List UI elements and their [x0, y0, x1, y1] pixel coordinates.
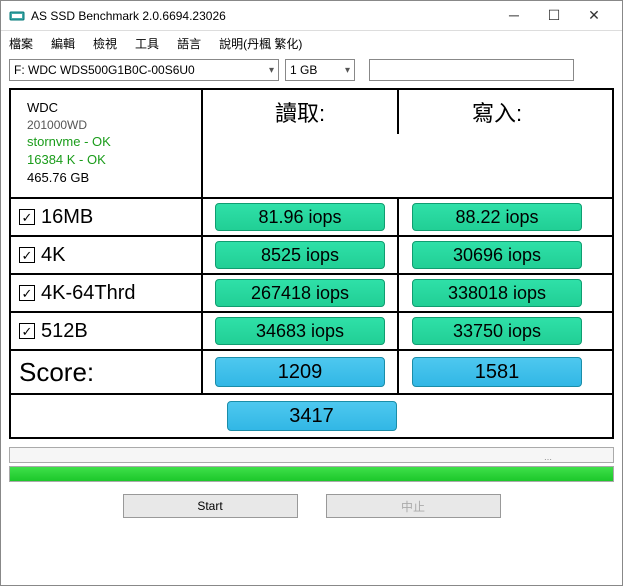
size-dropdown-value: 1 GB — [290, 63, 317, 77]
progress-current: ⋯ — [9, 447, 614, 463]
progress-total — [9, 466, 614, 482]
maximize-button[interactable]: ☐ — [534, 7, 574, 24]
total-score: 3417 — [227, 401, 397, 431]
test-4k-checkbox[interactable]: ✓4K — [19, 244, 65, 267]
size-dropdown[interactable]: 1 GB ▾ — [285, 59, 355, 81]
menu-help[interactable]: 說明(丹楓 繁化) — [219, 35, 302, 52]
selector-row: F: WDC WDS500G1B0C-00S6U0 ▾ 1 GB ▾ — [1, 55, 622, 85]
write-value: 88.22 iops — [412, 203, 582, 231]
menu-tools[interactable]: 工具 — [135, 35, 159, 52]
read-header: 讀取: — [203, 90, 399, 134]
window-title: AS SSD Benchmark 2.0.6694.23026 — [31, 9, 494, 23]
test-row: ✓512B 34683 iops 33750 iops — [11, 313, 612, 351]
header-row: WDC 201000WD stornvme - OK 16384 K - OK … — [11, 90, 612, 199]
chevron-down-icon: ▾ — [269, 65, 274, 76]
app-icon — [9, 8, 25, 24]
start-button[interactable]: Start — [123, 494, 298, 518]
app-window: AS SSD Benchmark 2.0.6694.23026 ─ ☐ ✕ 檔案… — [0, 0, 623, 586]
test-512b-checkbox[interactable]: ✓512B — [19, 320, 88, 343]
test-label: 4K — [41, 244, 65, 267]
progress-fill — [10, 467, 613, 481]
status-box — [369, 59, 574, 81]
test-row: ✓16MB 81.96 iops 88.22 iops — [11, 199, 612, 237]
drive-align: 16384 K - OK — [27, 152, 111, 169]
stop-button[interactable]: 中止 — [326, 494, 501, 518]
menu-language[interactable]: 語言 — [177, 35, 201, 52]
drive-info: WDC 201000WD stornvme - OK 16384 K - OK … — [19, 94, 119, 193]
test-label: 4K-64Thrd — [41, 282, 136, 305]
test-row: ✓4K 8525 iops 30696 iops — [11, 237, 612, 275]
drive-vendor: WDC — [27, 100, 111, 117]
read-value: 34683 iops — [215, 317, 385, 345]
results-grid: WDC 201000WD stornvme - OK 16384 K - OK … — [9, 88, 614, 439]
window-controls: ─ ☐ ✕ — [494, 7, 614, 24]
score-row: Score: 1209 1581 — [11, 351, 612, 395]
test-16mb-checkbox[interactable]: ✓16MB — [19, 206, 93, 229]
read-value: 81.96 iops — [215, 203, 385, 231]
button-row: Start 中止 — [1, 486, 622, 528]
test-label: 512B — [41, 320, 88, 343]
titlebar: AS SSD Benchmark 2.0.6694.23026 ─ ☐ ✕ — [1, 1, 622, 31]
progress-tick-icon: ⋯ — [544, 455, 553, 464]
drive-capacity: 465.76 GB — [27, 170, 111, 187]
test-label: 16MB — [41, 206, 93, 229]
drive-dropdown-value: F: WDC WDS500G1B0C-00S6U0 — [14, 63, 195, 77]
progress-area: ⋯ — [1, 445, 622, 486]
write-score: 1581 — [412, 357, 582, 387]
drive-dropdown[interactable]: F: WDC WDS500G1B0C-00S6U0 ▾ — [9, 59, 279, 81]
test-row: ✓4K-64Thrd 267418 iops 338018 iops — [11, 275, 612, 313]
close-button[interactable]: ✕ — [574, 7, 614, 24]
read-value: 267418 iops — [215, 279, 385, 307]
test-4k64-checkbox[interactable]: ✓4K-64Thrd — [19, 282, 136, 305]
menu-edit[interactable]: 編輯 — [51, 35, 75, 52]
chevron-down-icon: ▾ — [345, 65, 350, 76]
drive-driver: stornvme - OK — [27, 134, 111, 151]
total-row: 3417 — [11, 395, 612, 437]
score-label: Score: — [19, 357, 94, 388]
write-value: 338018 iops — [412, 279, 582, 307]
minimize-button[interactable]: ─ — [494, 7, 534, 24]
menubar: 檔案 編輯 檢視 工具 語言 說明(丹楓 繁化) — [1, 31, 622, 55]
write-value: 30696 iops — [412, 241, 582, 269]
read-score: 1209 — [215, 357, 385, 387]
write-header: 寫入: — [399, 90, 595, 134]
menu-view[interactable]: 檢視 — [93, 35, 117, 52]
menu-file[interactable]: 檔案 — [9, 35, 33, 52]
drive-model: 201000WD — [27, 118, 111, 134]
write-value: 33750 iops — [412, 317, 582, 345]
read-value: 8525 iops — [215, 241, 385, 269]
